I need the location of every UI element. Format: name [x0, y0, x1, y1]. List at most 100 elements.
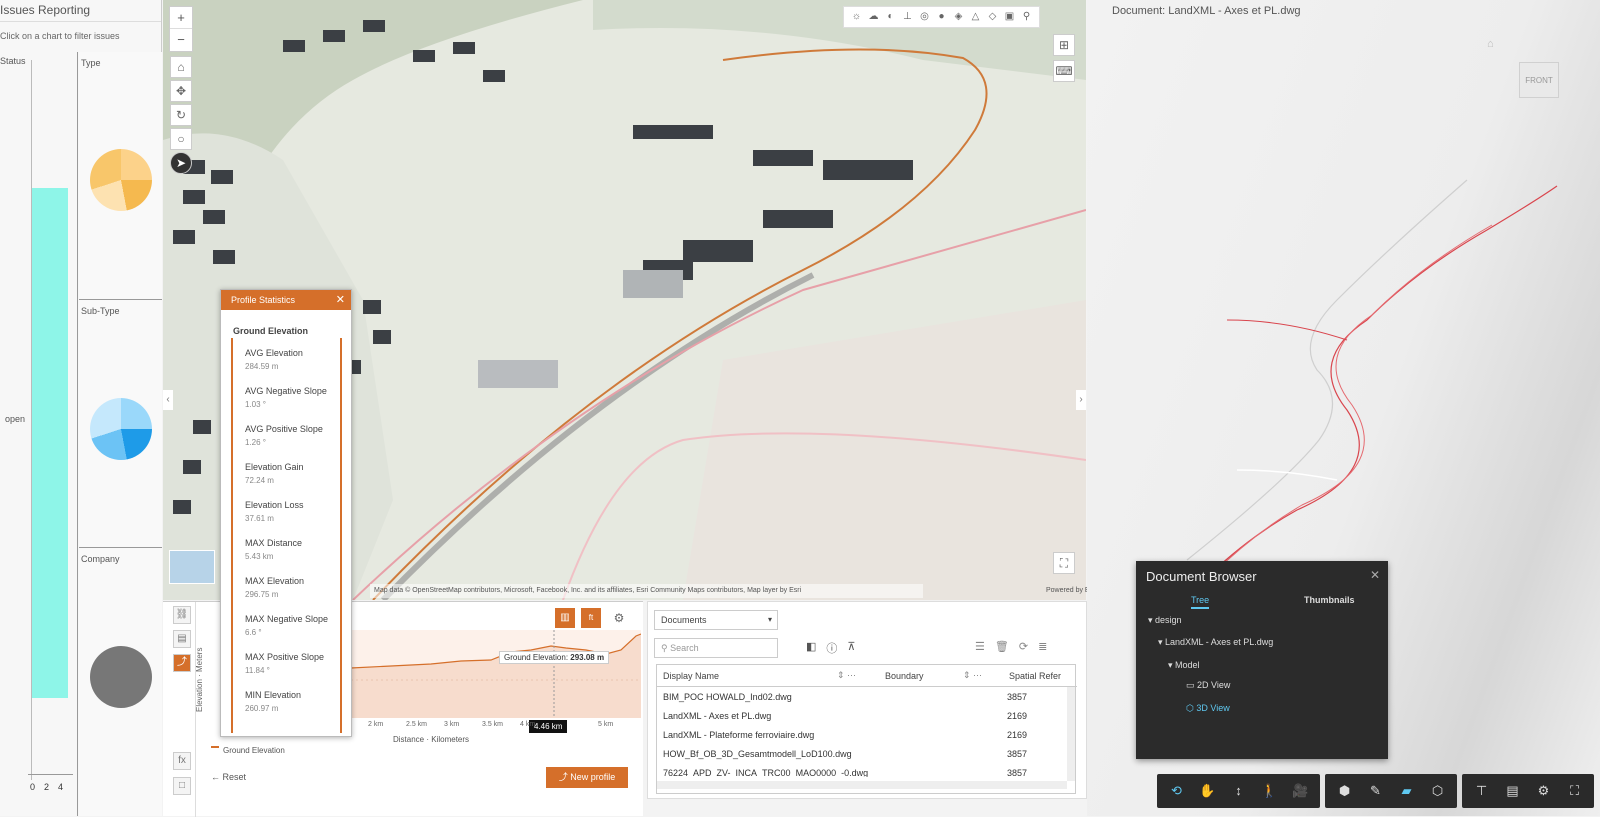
collapse-left-icon[interactable]: ‹: [163, 390, 173, 410]
zoom-out-button[interactable]: −: [170, 29, 192, 51]
zoom-icon[interactable]: ↕: [1223, 774, 1254, 808]
stat-name: MAX Negative Slope: [245, 614, 329, 624]
elevation-icon[interactable]: ◎: [916, 7, 933, 27]
table-row[interactable]: HOW_Bf_OB_3D_Gesamtmodell_LoD100.dwg 3857: [657, 744, 1077, 763]
type-pie[interactable]: [90, 149, 152, 211]
tree-item-document[interactable]: ▾ LandXML - Axes et PL.dwg: [1158, 637, 1273, 648]
fullscreen-icon[interactable]: ⛶: [1053, 552, 1075, 574]
tab-thumbnails[interactable]: Thumbnails: [1304, 595, 1355, 605]
qr-icon[interactable]: ⊞: [1053, 34, 1075, 56]
attach-icon[interactable]: ◧: [806, 640, 816, 656]
orbit-icon[interactable]: ⟲: [1161, 774, 1192, 808]
daylight-icon[interactable]: ☼: [848, 7, 865, 27]
tree-item-model[interactable]: ▾ Model: [1168, 660, 1200, 671]
type-chart[interactable]: Type: [79, 52, 162, 300]
col-boundary[interactable]: Boundary: [885, 671, 924, 681]
subtype-pie[interactable]: [90, 398, 152, 460]
stat-name: Elevation Loss: [245, 500, 304, 510]
link-icon[interactable]: ⛓: [173, 606, 191, 624]
subtype-chart[interactable]: Sub-Type: [79, 300, 162, 548]
tree-item-design[interactable]: ▾ design: [1148, 615, 1182, 626]
table-icon[interactable]: ▤: [173, 630, 191, 648]
shadow-icon[interactable]: ◐: [882, 7, 899, 27]
vertical-scrollbar[interactable]: [1067, 687, 1075, 781]
close-icon[interactable]: ✕: [336, 293, 345, 306]
settings-icon[interactable]: ⚙: [609, 608, 629, 628]
status-tick-4: 4: [58, 782, 64, 792]
caret-down-icon: ▾: [1158, 637, 1166, 647]
col-spatial-reference[interactable]: Spatial Refer: [1009, 671, 1061, 681]
refresh-icon[interactable]: ⟳: [1019, 640, 1028, 653]
company-chart[interactable]: Company: [79, 548, 162, 816]
stat-name: AVG Negative Slope: [245, 386, 327, 396]
stat-item: AVG Positive Slope 1.26 °: [245, 424, 345, 447]
search-input[interactable]: ⚲ Search: [654, 638, 778, 658]
list-icon[interactable]: ☰: [975, 640, 985, 653]
orbit-icon[interactable]: ○: [170, 128, 192, 150]
horizontal-scrollbar[interactable]: [657, 781, 1067, 789]
documents-dropdown[interactable]: Documents ▾: [654, 610, 778, 630]
tab-tree[interactable]: Tree: [1191, 595, 1210, 609]
table-row[interactable]: LandXML - Axes et PL.dwg 2169: [657, 706, 1077, 725]
pan-icon[interactable]: ✥: [170, 80, 192, 102]
measure-icon[interactable]: ✎: [1360, 774, 1391, 808]
rotate-icon[interactable]: ↻: [170, 104, 192, 126]
cube-icon[interactable]: ⬡: [1422, 774, 1453, 808]
table-row[interactable]: LandXML - Plateforme ferroviaire.dwg 2169: [657, 725, 1077, 744]
status-chart[interactable]: Status open 0 2 4: [0, 52, 78, 816]
section-icon[interactable]: ▰: [1391, 774, 1422, 808]
chart-view-icon[interactable]: ▥: [555, 608, 575, 628]
company-pie[interactable]: [90, 646, 152, 708]
col-display-name[interactable]: Display Name: [663, 671, 719, 681]
weather-icon[interactable]: ☁: [865, 7, 882, 27]
reset-button[interactable]: ← Reset: [211, 772, 246, 782]
sort-icon[interactable]: ⇕ ⋯: [963, 670, 982, 681]
info-icon[interactable]: ⓘ: [826, 640, 837, 656]
home-icon[interactable]: ⌂: [170, 56, 192, 78]
cube-icon: ⬡: [1186, 703, 1197, 713]
line-of-sight-icon[interactable]: ⊥: [899, 7, 916, 27]
filter-icon[interactable]: ⊼: [847, 640, 855, 656]
profile-statistics-header: Profile Statistics ✕: [221, 290, 351, 310]
properties-icon[interactable]: ▤: [1497, 774, 1528, 808]
unit-icon[interactable]: ft: [581, 608, 601, 628]
slice-icon[interactable]: ◈: [950, 7, 967, 27]
table-row[interactable]: 76224_APD_ZV-_INCA_TRC00_MAO0000_-0.dwg 3…: [657, 763, 1077, 777]
model-tree-icon[interactable]: ⊤: [1466, 774, 1497, 808]
table-row[interactable]: BIM_POC HOWALD_Ind02.dwg 3857: [657, 687, 1077, 706]
save-icon[interactable]: ▣: [1001, 7, 1018, 27]
tree-item-2d-view[interactable]: ▭ 2D View: [1186, 680, 1230, 691]
walk-icon[interactable]: 🚶: [1254, 774, 1285, 808]
status-bar-open[interactable]: [32, 188, 68, 698]
compass-icon[interactable]: ➤: [170, 152, 192, 174]
close-icon[interactable]: ✕: [1370, 568, 1380, 582]
stat-item: MAX Elevation 296.75 m: [245, 576, 345, 599]
x-tick: 5 km: [598, 721, 614, 728]
explode-icon[interactable]: ⬢: [1329, 774, 1360, 808]
new-profile-button[interactable]: ⤴ New profile: [546, 767, 628, 788]
stat-value: 1.03 °: [245, 400, 266, 409]
delete-icon[interactable]: 🗑: [995, 640, 1009, 653]
profile-chart[interactable]: [351, 630, 641, 718]
overview-map[interactable]: [169, 550, 215, 584]
chevron-down-icon: ▾: [767, 615, 772, 624]
x-tick: 4 km: [520, 721, 536, 728]
square-icon[interactable]: □: [173, 777, 191, 795]
tree-item-3d-view[interactable]: ⬡ 3D View: [1186, 703, 1230, 714]
stat-item: MAX Negative Slope 6.6 °: [245, 614, 345, 637]
fullscreen-icon[interactable]: ⛶: [1559, 774, 1590, 808]
hand-icon[interactable]: ✋: [1192, 774, 1223, 808]
settings-icon[interactable]: ⚙: [1528, 774, 1559, 808]
camera-icon[interactable]: 🎥: [1285, 774, 1316, 808]
search-icon[interactable]: ⚲: [1018, 7, 1035, 27]
keyboard-icon[interactable]: ⌨: [1053, 60, 1075, 82]
sort-icon[interactable]: ⇕ ⋯: [837, 670, 856, 681]
collapse-right-icon[interactable]: ›: [1076, 390, 1086, 410]
menu-icon[interactable]: ≣: [1038, 640, 1047, 653]
basemap-icon[interactable]: ●: [933, 7, 950, 27]
profile-tool-icon[interactable]: ⤴: [173, 654, 191, 672]
measure-icon[interactable]: △: [967, 7, 984, 27]
text-icon[interactable]: fx: [173, 752, 191, 770]
layers-icon[interactable]: ◇: [984, 7, 1001, 27]
zoom-in-button[interactable]: +: [170, 7, 192, 29]
